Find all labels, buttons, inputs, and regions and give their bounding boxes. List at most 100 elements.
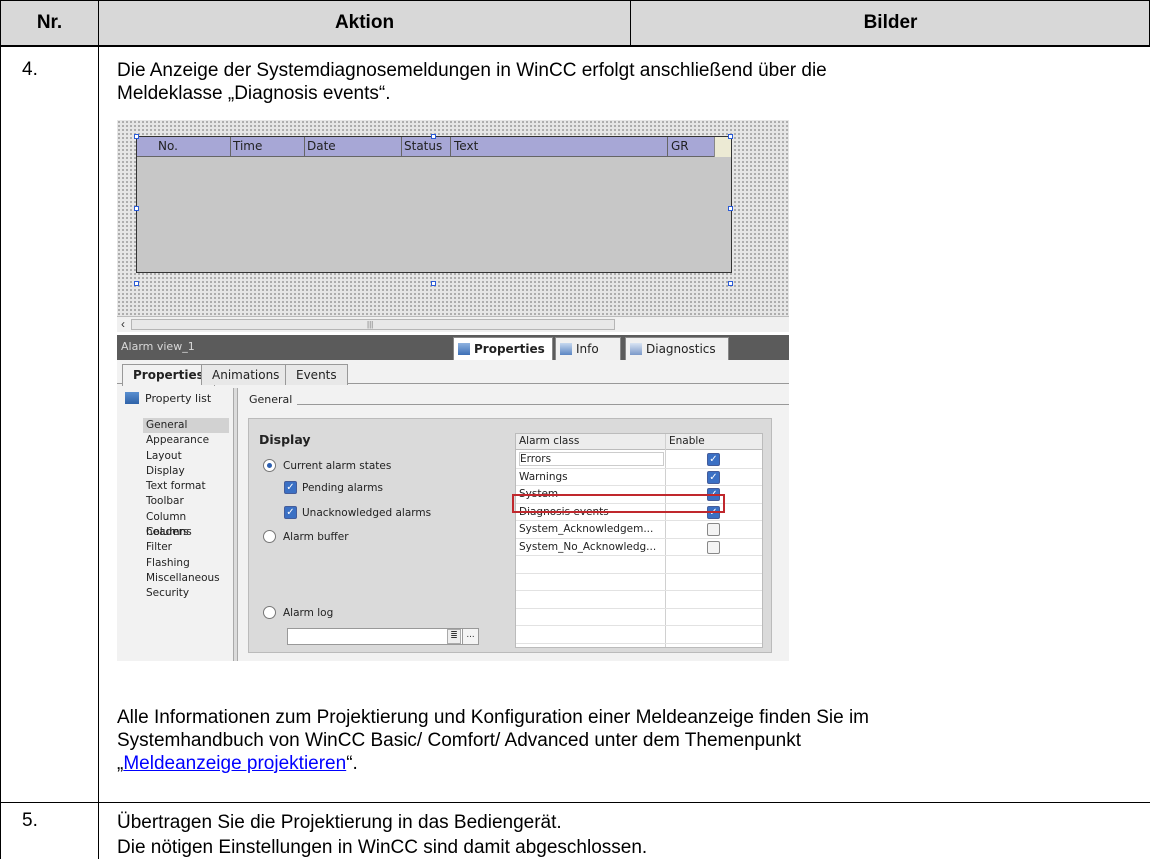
resize-handle-bm[interactable]: [431, 281, 436, 286]
alarm-column-date: Date: [307, 139, 336, 153]
nav-splitter[interactable]: [233, 388, 238, 661]
scrollbar-thumb[interactable]: |||: [131, 319, 615, 330]
property-nav: General Appearance Layout Display Text f…: [143, 418, 229, 602]
nav-item-filter[interactable]: Filter: [143, 540, 229, 555]
browse-button[interactable]: ...: [462, 628, 479, 645]
subtab-animations[interactable]: Animations: [201, 364, 291, 385]
column-divider-nr: [98, 0, 99, 859]
nav-item-display[interactable]: Display: [143, 464, 229, 479]
list-icon[interactable]: ≣: [447, 629, 461, 644]
radio-alarm-log[interactable]: Alarm log: [263, 606, 333, 619]
row4-info-line2: Systemhandbuch von WinCC Basic/ Comfort/…: [117, 730, 801, 751]
nav-item-general[interactable]: General: [143, 418, 229, 434]
alarm-view[interactable]: No. Time Date Status Text GR: [136, 136, 732, 273]
row4-info: Alle Informationen zum Projektierung und…: [117, 706, 869, 775]
nav-item-toolbar[interactable]: Toolbar: [143, 494, 229, 509]
header-nr: Nr.: [1, 0, 98, 45]
radio-alarm-buffer[interactable]: Alarm buffer: [263, 530, 349, 543]
row4-intro: Die Anzeige der Systemdiagnosemeldungen …: [117, 59, 827, 105]
row-number: 5.: [22, 810, 38, 831]
radio-alarm-buffer-label: Alarm buffer: [283, 530, 349, 543]
header-aktion-label: Aktion: [334, 11, 395, 33]
horizontal-scrollbar[interactable]: ‹ |||: [117, 316, 789, 332]
tab-properties[interactable]: Properties: [453, 337, 553, 360]
subtab-events[interactable]: Events: [285, 364, 348, 385]
alarm-column-no: No.: [158, 139, 178, 153]
column-divider-bilder: [630, 0, 631, 46]
row5-text: Übertragen Sie die Projektierung in das …: [117, 810, 647, 859]
nav-item-flashing[interactable]: Flashing: [143, 556, 229, 571]
table-row[interactable]: System_No_Acknowledg... ✓: [516, 539, 762, 556]
resize-handle-tr[interactable]: [728, 134, 733, 139]
alarm-column-text: Text: [454, 139, 479, 153]
alarm-column-gr: GR: [671, 139, 689, 153]
manual-link[interactable]: Meldeanzeige projektieren: [123, 753, 346, 774]
column-separator: [230, 137, 231, 157]
checkbox-unacknowledged-alarms[interactable]: ✓ Unacknowledged alarms: [284, 506, 431, 519]
radio-selected-icon: [263, 459, 276, 472]
header-bottom-border: [0, 45, 1150, 47]
checkbox-pending-alarms[interactable]: ✓ Pending alarms: [284, 481, 383, 494]
table-top-border: [0, 0, 1150, 1]
checkbox-checked-icon[interactable]: ✓: [707, 470, 720, 484]
resize-handle-br[interactable]: [728, 281, 733, 286]
table-row[interactable]: Warnings ✓: [516, 469, 762, 486]
alarm-class-name: Warnings: [519, 470, 568, 483]
property-list-toggle[interactable]: Property list: [125, 392, 211, 405]
checkbox-pending-alarms-label: Pending alarms: [302, 481, 383, 494]
resize-handle-bl[interactable]: [134, 281, 139, 286]
alarm-column-status: Status: [404, 139, 443, 153]
scroll-left-icon[interactable]: ‹: [121, 317, 125, 331]
table-row[interactable]: Errors ✓: [516, 451, 762, 469]
header-nr-label: Nr.: [36, 11, 63, 33]
row-divider: [0, 802, 1150, 803]
nav-item-text-format[interactable]: Text format: [143, 479, 229, 494]
table-left-border: [0, 0, 1, 859]
table-row-empty: [516, 591, 762, 609]
screen-canvas: No. Time Date Status Text GR: [117, 120, 789, 316]
row5-line2: Die nötigen Einstellungen in WinCC sind …: [117, 837, 648, 858]
resize-handle-tm[interactable]: [431, 134, 436, 139]
checkbox-checked-icon: ✓: [284, 481, 297, 494]
diagnosis-events-highlight: [512, 494, 725, 513]
info-icon: [560, 343, 572, 355]
inspector-window: Properties Animations Events Property li…: [117, 360, 789, 661]
grip-icon: |||: [367, 320, 374, 329]
checkbox-unchecked-icon[interactable]: ✓: [707, 540, 720, 554]
tab-diagnostics[interactable]: Diagnostics: [625, 337, 729, 360]
alarm-class-table: Alarm class Enable Errors ✓ Warnings ✓ S…: [515, 433, 763, 648]
column-separator: [450, 137, 451, 157]
alarm-class-table-header: Alarm class Enable: [516, 434, 762, 450]
group-title: Display: [259, 432, 311, 447]
property-list-label: Property list: [145, 392, 212, 405]
property-list-icon: [125, 392, 139, 404]
inspector-subtabs: Properties Animations Events: [117, 360, 789, 386]
nav-item-columns[interactable]: Columns: [143, 525, 229, 540]
column-separator: [401, 137, 402, 157]
nav-item-appearance[interactable]: Appearance: [143, 433, 229, 448]
panel-title: Alarm view_1: [121, 340, 195, 353]
nav-item-column-headers[interactable]: Column headers: [143, 510, 229, 538]
table-row[interactable]: System_Acknowledgem... ✓: [516, 521, 762, 539]
nav-item-layout[interactable]: Layout: [143, 449, 229, 464]
resize-handle-ml[interactable]: [134, 206, 139, 211]
resize-handle-mr[interactable]: [728, 206, 733, 211]
row4-intro-line2: Meldeklasse „Diagnosis events“.: [117, 83, 391, 104]
nav-item-security[interactable]: Security: [143, 586, 229, 601]
row4-info-line1: Alle Informationen zum Projektierung und…: [117, 707, 869, 728]
radio-unselected-icon: [263, 530, 276, 543]
header-aktion: Aktion: [99, 0, 630, 45]
resize-handle-tl[interactable]: [134, 134, 139, 139]
wincc-screenshot: No. Time Date Status Text GR ‹ ||| Alarm…: [117, 120, 789, 661]
quote-close: “.: [346, 753, 358, 774]
alarm-column-time: Time: [233, 139, 263, 153]
alarm-class-name: Errors: [519, 452, 664, 466]
tab-info[interactable]: Info: [555, 337, 621, 360]
checkbox-checked-icon[interactable]: ✓: [707, 453, 720, 466]
column-separator: [304, 137, 305, 157]
radio-current-alarm-states[interactable]: Current alarm states: [263, 459, 391, 472]
radio-current-alarm-states-label: Current alarm states: [283, 459, 392, 472]
section-divider: [297, 404, 789, 405]
checkbox-unchecked-icon[interactable]: ✓: [707, 523, 720, 536]
nav-item-miscellaneous[interactable]: Miscellaneous: [143, 571, 229, 586]
